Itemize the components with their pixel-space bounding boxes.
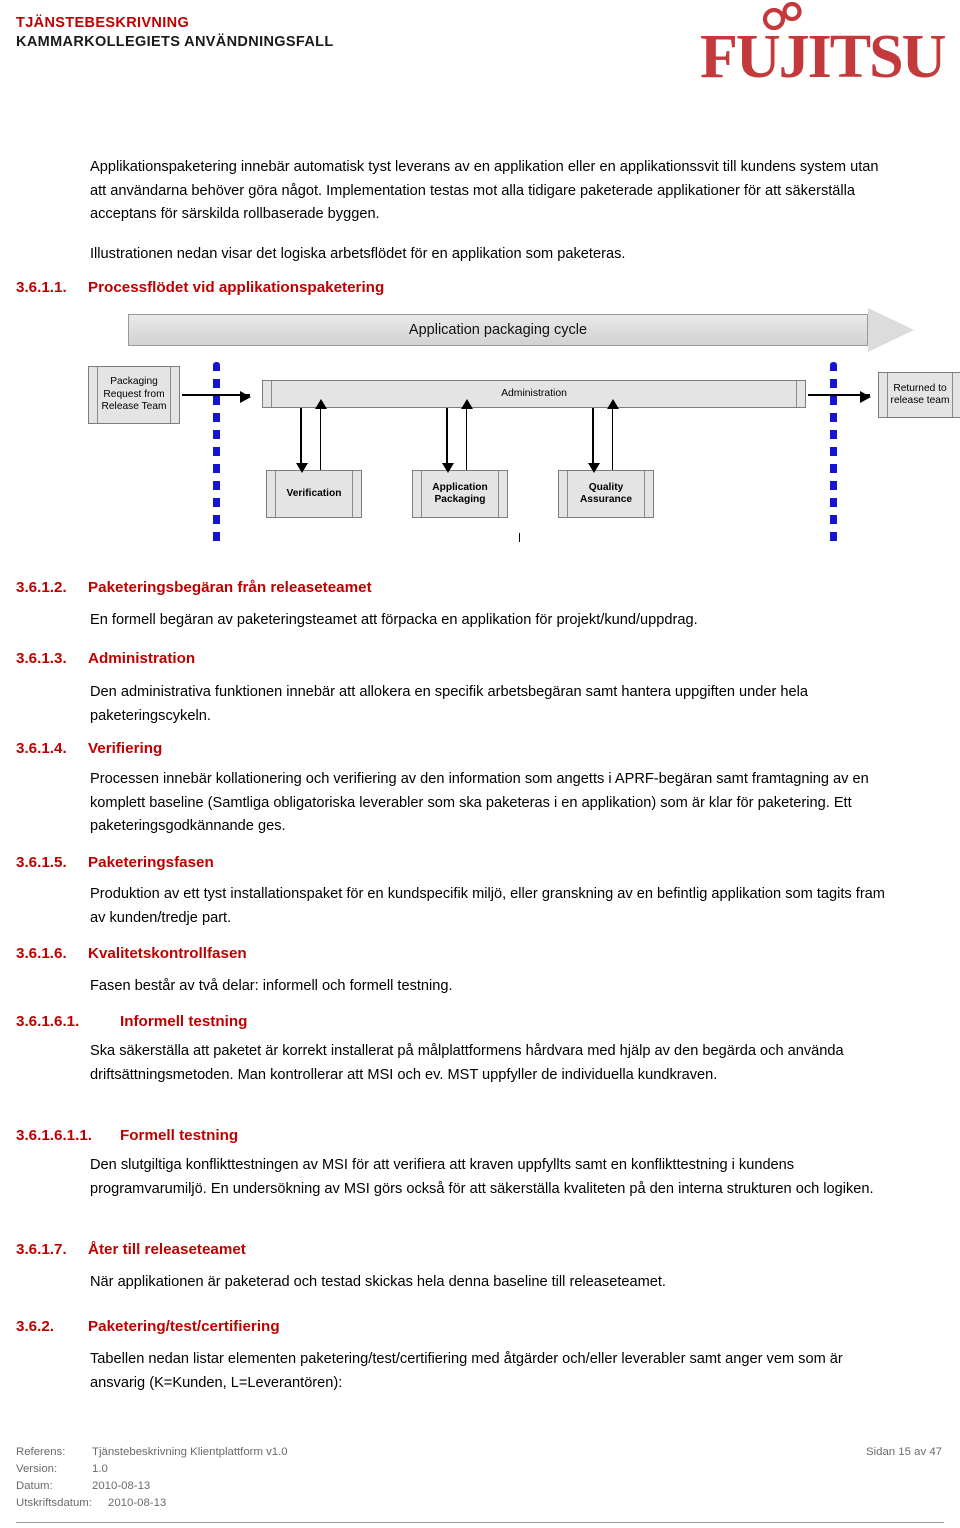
footer-page-number: Sidan 15 av 47 xyxy=(866,1446,942,1458)
diagram-box-returned-to-release-team: Returned to release team xyxy=(878,372,960,418)
arrow-verification-to-admin-icon xyxy=(315,399,327,470)
section-body-3614: Processen innebär kollationering och ver… xyxy=(90,771,869,834)
section-number: 3.6.2. xyxy=(16,1318,54,1335)
footer-label-printdate: Utskriftsdatum: xyxy=(16,1497,92,1509)
banner-label: Application packaging cycle xyxy=(408,322,588,338)
section-title: Processflödet vid applikationspaketering xyxy=(88,279,385,296)
banner-arrowhead-icon xyxy=(868,308,914,352)
section-number: 3.6.1.3. xyxy=(16,650,67,667)
footer-divider xyxy=(16,1522,944,1523)
footer-value-date: 2010-08-13 xyxy=(92,1480,151,1492)
fujitsu-wordmark: FUJITSU xyxy=(700,23,946,91)
section-title: Paketering/test/certifiering xyxy=(88,1318,280,1335)
section-title: Formell testning xyxy=(120,1127,239,1144)
arrow-admin-to-quality-icon xyxy=(588,408,600,473)
footer-label-version: Version: xyxy=(16,1463,58,1475)
page-footer: Referens: Tjänstebeskrivning Klientplatt… xyxy=(0,1440,960,1528)
document-type-title: TJÄNSTEBESKRIVNING xyxy=(16,15,190,31)
section-number: 3.6.1.7. xyxy=(16,1241,67,1258)
section-number: 3.6.1.6. xyxy=(16,945,67,962)
arrow-request-to-administration-icon xyxy=(182,391,251,403)
arrow-administration-to-returned-icon xyxy=(808,391,871,403)
section-body-3613: Den administrativa funktionen innebär at… xyxy=(90,684,808,724)
footer-value-printdate: 2010-08-13 xyxy=(108,1497,167,1509)
section-body-362: Tabellen nedan listar elementen paketeri… xyxy=(90,1351,843,1391)
section-title: Informell testning xyxy=(120,1013,248,1030)
diagram-box-packaging-request: Packaging Request from Release Team xyxy=(88,366,180,424)
diagram-box-label: Administration xyxy=(501,387,567,399)
diagram-tick-mark xyxy=(519,533,520,542)
section-heading-3611: 3.6.1.1. Processflödet vid applikationsp… xyxy=(16,277,716,298)
intro-paragraph-1: Applikationspaketering innebär automatis… xyxy=(90,159,879,222)
diagram-box-label: Verification xyxy=(286,487,342,499)
section-number: 3.6.1.2. xyxy=(16,579,67,596)
intro-paragraph-2: Illustrationen nedan visar det logiska a… xyxy=(90,246,626,262)
section-title: Verifiering xyxy=(88,740,163,757)
section-body-3616: Fasen består av två delar: informell och… xyxy=(90,978,453,994)
footer-label-reference: Referens: xyxy=(16,1446,66,1458)
diagram-box-application-packaging: Application Packaging xyxy=(412,470,508,518)
diagram-box-label: Quality Assurance xyxy=(579,481,633,506)
section-number: 3.6.1.5. xyxy=(16,854,67,871)
footer-value-reference: Tjänstebeskrivning Klientplattform v1.0 xyxy=(92,1446,288,1458)
boundary-dotted-line-right xyxy=(830,362,837,548)
section-body-361611: Den slutgiltiga konflikttestningen av MS… xyxy=(90,1157,874,1197)
section-body-3612: En formell begäran av paketeringsteamet … xyxy=(90,612,698,628)
arrow-packaging-to-admin-icon xyxy=(461,399,473,470)
section-number: 3.6.1.6.1. xyxy=(16,1013,80,1030)
section-title: Administration xyxy=(88,650,196,667)
boundary-dotted-line-left xyxy=(213,362,220,548)
section-body-36161: Ska säkerställa att paketet är korrekt i… xyxy=(90,1043,844,1083)
arrow-admin-to-packaging-icon xyxy=(442,408,454,473)
diagram-box-verification: Verification xyxy=(266,470,362,518)
packaging-cycle-banner: Application packaging cycle xyxy=(128,307,916,353)
section-number: 3.6.1.6.1.1. xyxy=(16,1127,92,1144)
section-body-3617: När applikationen är paketerad och testa… xyxy=(90,1274,666,1290)
section-title: Åter till releaseteamet xyxy=(88,1241,246,1258)
footer-value-version: 1.0 xyxy=(92,1463,108,1475)
section-title: Kvalitetskontrollfasen xyxy=(88,945,247,962)
diagram-box-quality-assurance: Quality Assurance xyxy=(558,470,654,518)
diagram-box-label: Application Packaging xyxy=(432,481,488,506)
diagram-box-administration: Administration xyxy=(262,380,806,408)
diagram-box-label: Packaging Request from Release Team xyxy=(101,376,167,413)
diagram-box-label: Returned to release team xyxy=(890,382,950,407)
arrow-admin-to-verification-icon xyxy=(296,408,308,473)
document-subtitle: KAMMARKOLLEGIETS ANVÄNDNINGSFALL xyxy=(16,34,334,50)
process-flow-diagram: Application packaging cycle Packaging Re… xyxy=(0,300,960,555)
section-title: Paketeringsbegäran från releaseteamet xyxy=(88,579,372,596)
section-title: Paketeringsfasen xyxy=(88,854,214,871)
footer-label-date: Datum: xyxy=(16,1480,53,1492)
document-title-block: TJÄNSTEBESKRIVNING KAMMARKOLLEGIETS ANVÄ… xyxy=(16,14,334,52)
fujitsu-logo: FUJITSU xyxy=(700,2,946,90)
arrow-quality-to-admin-icon xyxy=(607,399,619,470)
section-number: 3.6.1.1. xyxy=(16,279,67,296)
section-number: 3.6.1.4. xyxy=(16,740,67,757)
page-header: TJÄNSTEBESKRIVNING KAMMARKOLLEGIETS ANVÄ… xyxy=(0,0,960,100)
section-body-3615: Produktion av ett tyst installationspake… xyxy=(90,886,885,926)
